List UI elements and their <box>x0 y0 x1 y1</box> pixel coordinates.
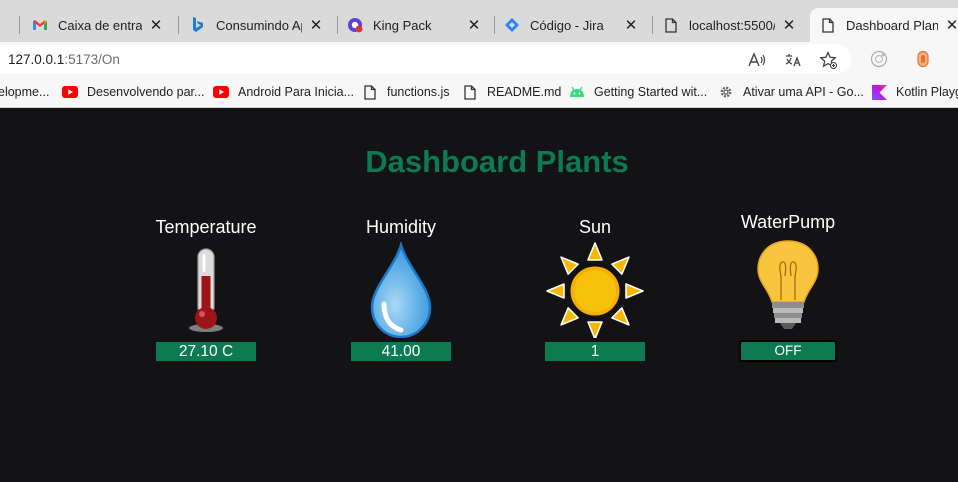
bookmark-item[interactable]: README.md <box>462 83 561 101</box>
page-title: Dashboard Plants <box>365 144 629 179</box>
file-icon <box>462 84 478 100</box>
tab-title: Caixa de entrada <box>58 17 142 33</box>
browser-toolbar: 127.0.0.1:5173/On <box>0 42 958 76</box>
bookmark-label: README.md <box>487 85 562 99</box>
bookmark-label: elopme... <box>0 85 50 99</box>
sun-label: Sun <box>578 217 612 237</box>
light-bulb-icon <box>738 236 838 332</box>
bookmark-label: Android Para Inicia... <box>238 85 355 99</box>
bookmark-item[interactable]: Android Para Inicia... <box>213 83 354 101</box>
youtube-icon <box>213 84 229 100</box>
url-path: :5173/On <box>64 52 120 67</box>
url-host: 127.0.0.1 <box>8 52 65 67</box>
bookmark-item[interactable]: Getting Started wit... <box>569 83 707 101</box>
humidity-value: 41.00 <box>351 342 451 361</box>
read-aloud-icon[interactable] <box>748 51 766 69</box>
address-bar[interactable]: 127.0.0.1:5173/On <box>0 44 851 74</box>
temperature-value: 27.10 C <box>156 342 256 361</box>
android-icon <box>569 84 585 100</box>
bookmark-item[interactable]: Ativar uma API - Go... <box>718 83 864 101</box>
thermometer-icon <box>156 242 256 338</box>
kingpack-icon <box>347 17 363 33</box>
tab-dashboard-plants[interactable]: Dashboard Plants ✕ <box>810 8 958 42</box>
page-icon <box>820 17 836 33</box>
close-icon[interactable]: ✕ <box>623 16 639 34</box>
bookmark-item[interactable]: functions.js <box>362 83 450 101</box>
tab-title: Código - Jira <box>530 17 604 33</box>
bookmark-item[interactable]: elopme... <box>0 83 49 101</box>
tab-separator <box>19 16 20 34</box>
bing-icon <box>190 17 206 33</box>
file-icon <box>362 84 378 100</box>
jira-icon <box>504 17 520 33</box>
close-icon[interactable]: ✕ <box>944 16 958 34</box>
tab-gmail[interactable]: Caixa de entrada ✕ <box>22 8 174 42</box>
tab-overflow-edge <box>0 8 12 42</box>
bookmark-item[interactable]: Kotlin Playg <box>871 83 958 101</box>
kotlin-icon <box>871 84 887 100</box>
url-text[interactable]: 127.0.0.1:5173/On <box>8 52 120 67</box>
gmail-icon <box>32 17 48 33</box>
translate-icon[interactable] <box>784 51 802 69</box>
gear-icon <box>718 84 734 100</box>
temperature-label: Temperature <box>155 217 257 237</box>
favorite-star-icon[interactable] <box>819 51 837 69</box>
tab-title: Dashboard Plants <box>846 17 938 33</box>
sun-icon <box>545 242 645 340</box>
tab-localhost[interactable]: localhost:5500/ap ✕ <box>653 8 807 42</box>
humidity-label: Humidity <box>365 217 436 237</box>
bookmark-label: functions.js <box>387 85 450 99</box>
close-icon[interactable]: ✕ <box>308 16 324 34</box>
extension-icon[interactable] <box>870 50 888 68</box>
tab-king-pack[interactable]: King Pack ✕ <box>337 8 492 42</box>
tab-title: Consumindo Api <box>216 17 302 33</box>
waterpump-label: WaterPump <box>740 212 836 232</box>
tab-consumindo-api[interactable]: Consumindo Api ✕ <box>180 8 334 42</box>
sun-value: 1 <box>545 342 645 361</box>
bookmark-label: Desenvolvendo par... <box>87 85 205 99</box>
bookmark-item[interactable]: Desenvolvendo par... <box>62 83 204 101</box>
close-icon[interactable]: ✕ <box>781 16 797 34</box>
browser-tab-strip: Caixa de entrada ✕ Consumindo Api ✕ King… <box>0 0 958 42</box>
close-icon[interactable]: ✕ <box>466 16 482 34</box>
bookmark-label: Ativar uma API - Go... <box>743 85 864 99</box>
youtube-icon <box>62 84 78 100</box>
close-icon[interactable]: ✕ <box>148 16 164 34</box>
tab-separator <box>178 16 179 34</box>
water-drop-icon <box>351 240 451 339</box>
tab-title: localhost:5500/ap <box>689 17 775 33</box>
bookmark-label: Getting Started wit... <box>594 85 708 99</box>
page-icon <box>663 17 679 33</box>
bookmarks-bar: elopme... Desenvolvendo par... Android P… <box>0 76 958 108</box>
tab-title: King Pack <box>373 17 432 33</box>
bookmark-label: Kotlin Playg <box>896 85 958 99</box>
waterpump-toggle-button[interactable]: OFF <box>739 340 837 362</box>
tab-jira[interactable]: Código - Jira ✕ <box>494 8 649 42</box>
dashboard-page: Dashboard Plants Temperature 27.10 C Hum… <box>0 110 958 482</box>
profile-extension-icon[interactable] <box>914 50 932 68</box>
